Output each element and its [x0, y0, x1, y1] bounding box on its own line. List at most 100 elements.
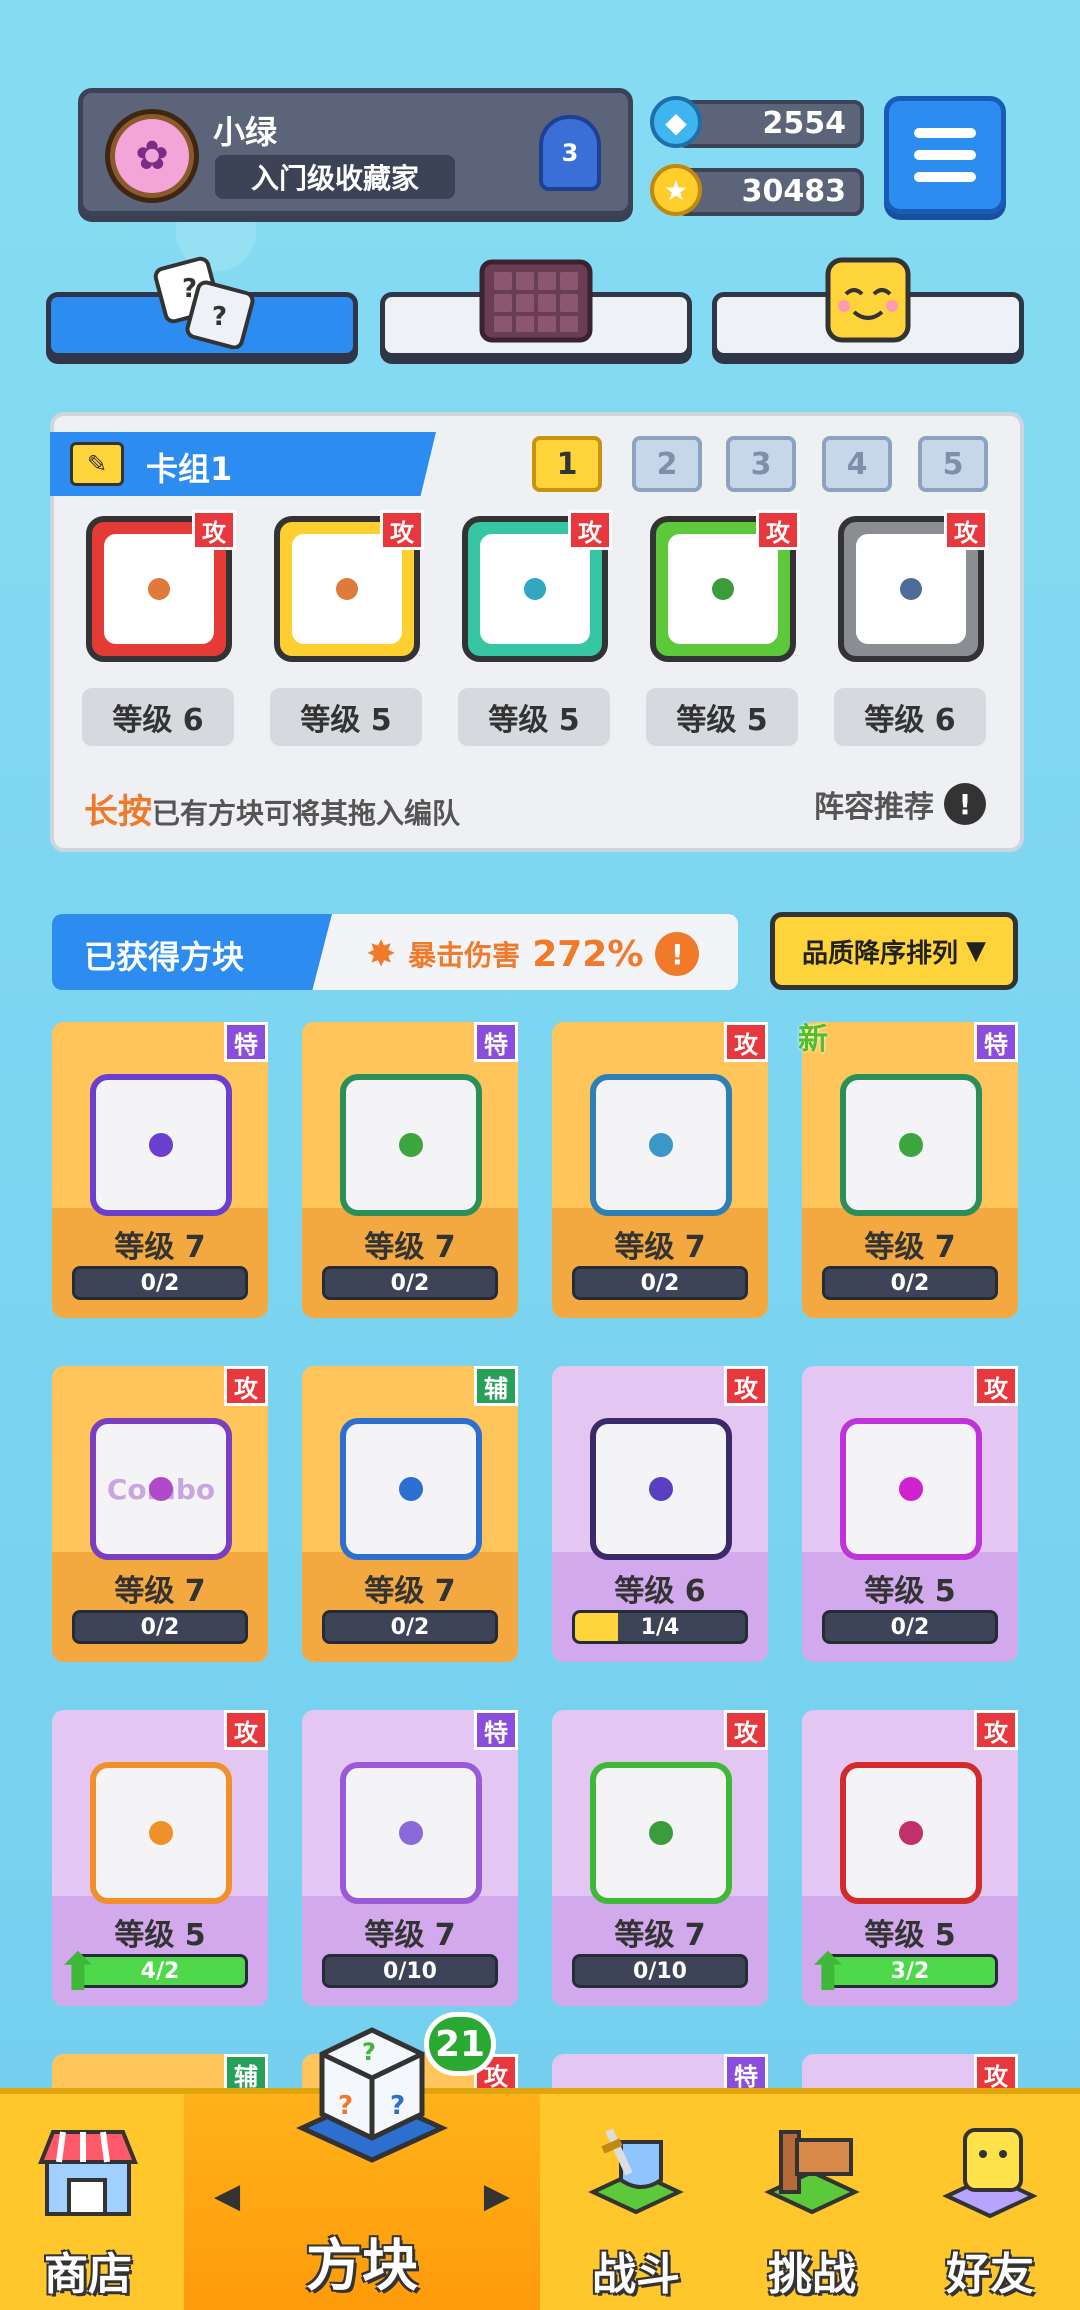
profile-card[interactable]: ✿ 小绿 入门级收藏家 3 [78, 88, 633, 216]
progress-text: 0/2 [640, 1270, 680, 1296]
deck-card-1[interactable]: 攻 [86, 510, 236, 662]
block-card[interactable]: 攻等级 7 0/2 [552, 1022, 768, 1318]
block-card[interactable]: 攻等级 5 4/2 ⬆ [52, 1710, 268, 2006]
progress-text: 0/2 [890, 1614, 930, 1640]
deck-tab-4[interactable]: 4 [822, 436, 892, 492]
nav-friends[interactable]: 好友 [900, 2094, 1080, 2310]
block-card[interactable]: 攻等级 6 1/4 [552, 1366, 768, 1662]
progress-text: 0/2 [140, 1614, 180, 1640]
upgrade-arrow-icon[interactable]: ⬆ [806, 1946, 856, 2000]
nav-battle[interactable]: 战斗 [548, 2094, 724, 2310]
sort-label: 品质降序排列 [801, 938, 958, 969]
deck-card-4[interactable]: 攻 [650, 510, 800, 662]
svg-text:?: ? [212, 302, 227, 332]
crit-damage[interactable]: ✸ 暴击伤害 272% ! [366, 932, 700, 976]
deck-tab-3[interactable]: 3 [726, 436, 796, 492]
tab-emote[interactable] [712, 257, 1024, 358]
block-level: 等级 7 [364, 1230, 456, 1265]
owned-bar: 已获得方块 ✸ 暴击伤害 272% ! [52, 914, 738, 990]
deck-tab-5[interactable]: 5 [918, 436, 988, 492]
attack-tag: 攻 [380, 510, 424, 550]
block-card[interactable]: 攻等级 5 0/2 [802, 1366, 1018, 1662]
block-face [840, 1418, 982, 1560]
player-name: 小绿 [213, 113, 278, 151]
pip-icon [899, 1133, 923, 1157]
deck-tab-1[interactable]: 1 [532, 436, 602, 492]
upgrade-progress: 0/2 [72, 1266, 248, 1300]
deck-panel: ✎ 卡组1 1 2 3 4 5 攻等级 6 攻等级 5 攻等级 5 攻等级 5 攻等级 … [50, 412, 1024, 852]
block-face [840, 1762, 982, 1904]
svg-text:?: ? [390, 2091, 405, 2121]
card-face [292, 534, 402, 644]
deck-tab-2[interactable]: 2 [632, 436, 702, 492]
tab-board[interactable] [380, 259, 692, 358]
nav-challenge-label: 挑战 [768, 2249, 856, 2300]
info-icon: ! [944, 783, 986, 825]
attack-tag: 攻 [944, 510, 988, 550]
upgrade-progress: 0/2 [322, 1610, 498, 1644]
dice-icon: ? ? [142, 253, 262, 349]
gem-icon: ◆ [650, 96, 702, 148]
nav-shop[interactable]: 商店 [0, 2094, 176, 2310]
block-level: 等级 7 [614, 1230, 706, 1265]
block-face [590, 1762, 732, 1904]
deck-card-3[interactable]: 攻 [462, 510, 612, 662]
block-face: Combo [90, 1418, 232, 1560]
menu-line-icon [914, 128, 976, 138]
upgrade-progress: 0/2 [72, 1610, 248, 1644]
progress-text: 1/4 [640, 1614, 680, 1640]
coin-counter: 30483 [676, 168, 864, 216]
upgrade-arrow-icon[interactable]: ⬆ [56, 1946, 106, 2000]
drag-hint: 长按已有方块可将其拖入编队 [84, 784, 460, 833]
pip-icon [336, 578, 358, 600]
menu-line-icon [914, 172, 976, 182]
tab-dice[interactable]: ? ? [46, 256, 358, 358]
rank-badge[interactable]: 3 [539, 115, 601, 191]
block-level: 等级 7 [114, 1574, 206, 1609]
svg-text:?: ? [338, 2091, 353, 2121]
block-card[interactable]: 攻等级 5 3/2 ⬆ [802, 1710, 1018, 2006]
block-face [840, 1074, 982, 1216]
deck-card-level: 等级 5 [458, 688, 610, 746]
pencil-icon[interactable]: ✎ [70, 442, 124, 486]
type-tag: 特 [474, 1710, 518, 1750]
deck-card-2[interactable]: 攻 [274, 510, 424, 662]
pip-icon [399, 1477, 423, 1501]
menu-button[interactable] [884, 96, 1006, 214]
block-card[interactable]: 特等级 7 0/10 [302, 1710, 518, 2006]
type-tag: 攻 [224, 1366, 268, 1406]
avatar[interactable]: ✿ [105, 109, 199, 203]
block-card[interactable]: 特等级 7 0/2 [302, 1022, 518, 1318]
lineup-recommend-button[interactable]: 阵容推荐 ! [814, 782, 986, 826]
left-arrow-icon: ◀ [214, 2176, 241, 2216]
sort-button[interactable]: 品质降序排列 ▼ [770, 912, 1018, 990]
hint-text: 已有方块可将其拖入编队 [152, 797, 461, 830]
gem-counter: 2554 [676, 100, 864, 148]
bottom-nav: 商店 ◀ ▶ 方块 战斗 挑战 好友 [0, 2088, 1080, 2310]
block-face [590, 1074, 732, 1216]
upgrade-progress: 0/10 [322, 1954, 498, 1988]
type-tag: 攻 [724, 1022, 768, 1062]
crit-info-icon[interactable]: ! [655, 932, 700, 976]
new-badge: 新 [798, 1022, 828, 1057]
nav-challenge[interactable]: 挑战 [724, 2094, 900, 2310]
block-card[interactable]: 特等级 7 0/2 [52, 1022, 268, 1318]
attack-tag: 攻 [756, 510, 800, 550]
pip-icon [399, 1821, 423, 1845]
progress-text: 0/2 [390, 1270, 430, 1296]
pip-icon [649, 1477, 673, 1501]
card-face [480, 534, 590, 644]
nav-friends-label: 好友 [946, 2249, 1034, 2300]
block-card[interactable]: Combo 攻等级 7 0/2 [52, 1366, 268, 1662]
type-tag: 攻 [974, 1366, 1018, 1406]
block-face [90, 1762, 232, 1904]
block-card[interactable]: 辅等级 7 0/2 [302, 1366, 518, 1662]
deck-card-5[interactable]: 攻 [838, 510, 988, 662]
svg-text:?: ? [362, 2038, 376, 2066]
block-card[interactable]: 攻等级 7 0/10 [552, 1710, 768, 2006]
deck-header[interactable]: ✎ 卡组1 [50, 432, 436, 496]
deck-label: 卡组1 [146, 450, 233, 488]
block-card[interactable]: 特 新等级 7 0/2 [798, 1022, 1018, 1318]
upgrade-progress: 1/4 [572, 1610, 748, 1644]
nav-battle-label: 战斗 [592, 2249, 680, 2300]
